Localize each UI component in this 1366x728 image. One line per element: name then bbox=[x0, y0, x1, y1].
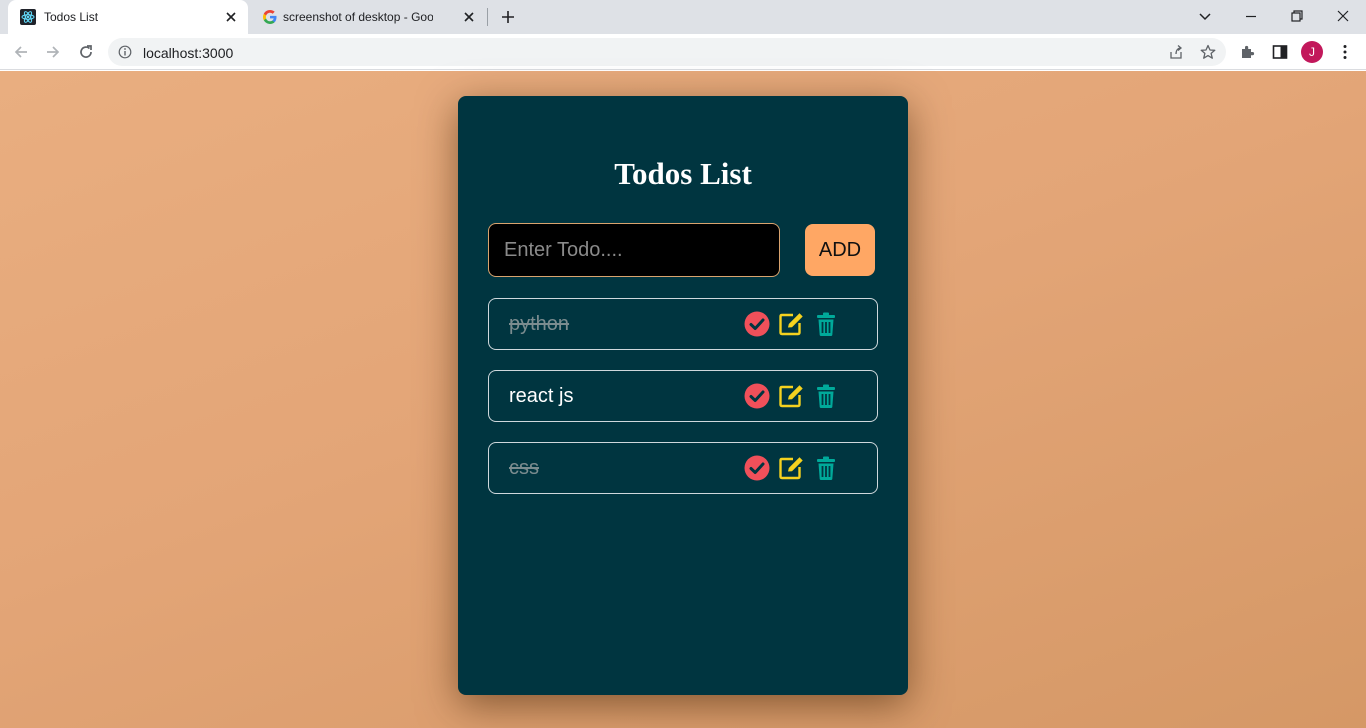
tab-todos-list[interactable]: Todos List bbox=[8, 0, 248, 34]
tab-search-chevron-down-icon[interactable] bbox=[1197, 8, 1213, 24]
todo-input[interactable] bbox=[488, 223, 780, 277]
new-tab-icon[interactable] bbox=[500, 9, 516, 25]
google-logo-icon bbox=[262, 9, 278, 25]
forward-arrow-icon[interactable] bbox=[44, 43, 62, 61]
add-button[interactable]: ADD bbox=[805, 224, 875, 276]
window-close-icon[interactable] bbox=[1335, 8, 1351, 24]
check-circle-icon[interactable] bbox=[744, 311, 770, 337]
side-panel-icon[interactable] bbox=[1271, 43, 1289, 61]
todo-card: Todos List ADD python react js bbox=[458, 96, 908, 695]
back-arrow-icon[interactable] bbox=[12, 43, 30, 61]
minimize-icon[interactable] bbox=[1243, 8, 1259, 24]
tab-google-search[interactable]: screenshot of desktop - Google S bbox=[250, 0, 486, 34]
close-icon[interactable] bbox=[224, 10, 238, 24]
reload-icon[interactable] bbox=[77, 43, 95, 61]
trash-icon[interactable] bbox=[813, 455, 839, 481]
browser-tab-bar: Todos List screenshot of desktop - Googl… bbox=[0, 0, 1366, 34]
site-info-icon[interactable] bbox=[118, 45, 132, 59]
extensions-puzzle-icon[interactable] bbox=[1239, 43, 1257, 61]
trash-icon[interactable] bbox=[813, 311, 839, 337]
menu-kebab-icon[interactable] bbox=[1336, 43, 1354, 61]
todo-text: python bbox=[509, 313, 570, 335]
address-bar[interactable]: localhost:3000 bbox=[108, 38, 1226, 66]
check-circle-icon[interactable] bbox=[744, 383, 770, 409]
todo-item: python bbox=[488, 298, 878, 350]
close-icon[interactable] bbox=[462, 10, 476, 24]
page-title: Todos List bbox=[614, 156, 752, 191]
url-text: localhost:3000 bbox=[143, 45, 234, 61]
trash-icon[interactable] bbox=[813, 383, 839, 409]
restore-icon[interactable] bbox=[1289, 8, 1305, 24]
todo-text: react js bbox=[509, 385, 574, 407]
browser-toolbar: localhost:3000 J bbox=[0, 34, 1366, 70]
tab-title: Todos List bbox=[44, 10, 99, 24]
bookmark-star-icon[interactable] bbox=[1200, 44, 1216, 60]
share-icon[interactable] bbox=[1168, 44, 1184, 60]
todo-item: react js bbox=[488, 370, 878, 422]
page-background: Todos List ADD python react js bbox=[0, 71, 1366, 728]
check-circle-icon[interactable] bbox=[744, 455, 770, 481]
edit-icon[interactable] bbox=[778, 383, 804, 409]
tab-title: screenshot of desktop - Google S bbox=[283, 10, 433, 24]
todo-item: css bbox=[488, 442, 878, 494]
tab-separator bbox=[487, 8, 488, 26]
edit-icon[interactable] bbox=[778, 311, 804, 337]
profile-avatar[interactable]: J bbox=[1301, 41, 1323, 63]
react-logo-icon bbox=[20, 9, 36, 25]
todo-text: css bbox=[509, 457, 539, 479]
edit-icon[interactable] bbox=[778, 455, 804, 481]
